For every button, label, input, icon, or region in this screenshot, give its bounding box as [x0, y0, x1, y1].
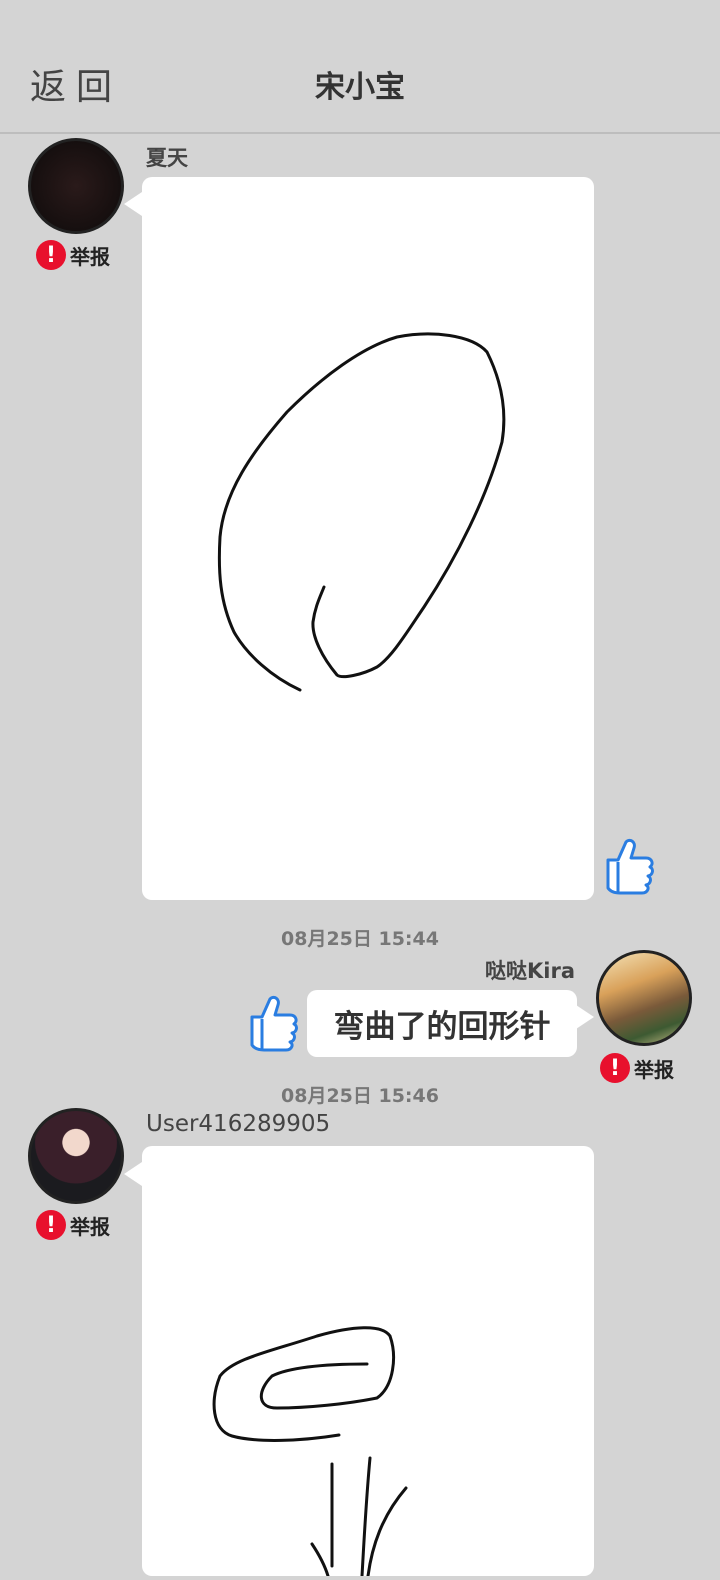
- username: 夏天: [146, 146, 188, 170]
- avatar[interactable]: [28, 1108, 124, 1204]
- exclamation-icon: !: [600, 1053, 630, 1083]
- thumbs-up-icon[interactable]: [600, 836, 656, 896]
- bubble-tail: [576, 1005, 594, 1029]
- sketch-drawing: [212, 1326, 408, 1578]
- report-label: 举报: [70, 244, 110, 269]
- report-button[interactable]: ! 举报: [36, 1210, 110, 1240]
- report-button[interactable]: ! 举报: [600, 1053, 674, 1083]
- message-bubble[interactable]: 弯曲了的回形针: [307, 990, 577, 1057]
- username: User416289905: [146, 1111, 331, 1137]
- exclamation-icon: !: [36, 1210, 66, 1240]
- exclamation-icon: !: [36, 240, 66, 270]
- username: 哒哒Kira: [485, 959, 575, 983]
- drawing-canvas: [142, 1146, 594, 1578]
- avatar[interactable]: [596, 950, 692, 1046]
- avatar[interactable]: [28, 138, 124, 234]
- top-bar: 返回 宋小宝: [0, 0, 720, 134]
- page-title: 宋小宝: [315, 70, 405, 105]
- timestamp: 08月25日 15:46: [281, 1085, 439, 1107]
- thumbs-up-icon[interactable]: [244, 993, 300, 1053]
- bubble-tail: [124, 1162, 142, 1186]
- timestamp: 08月25日 15:44: [281, 928, 439, 950]
- bubble-tail: [124, 192, 142, 216]
- report-label: 举报: [70, 1214, 110, 1239]
- report-label: 举报: [634, 1057, 674, 1082]
- drawing-canvas: [142, 177, 594, 900]
- sketch-drawing: [217, 332, 506, 692]
- report-button[interactable]: ! 举报: [36, 240, 110, 270]
